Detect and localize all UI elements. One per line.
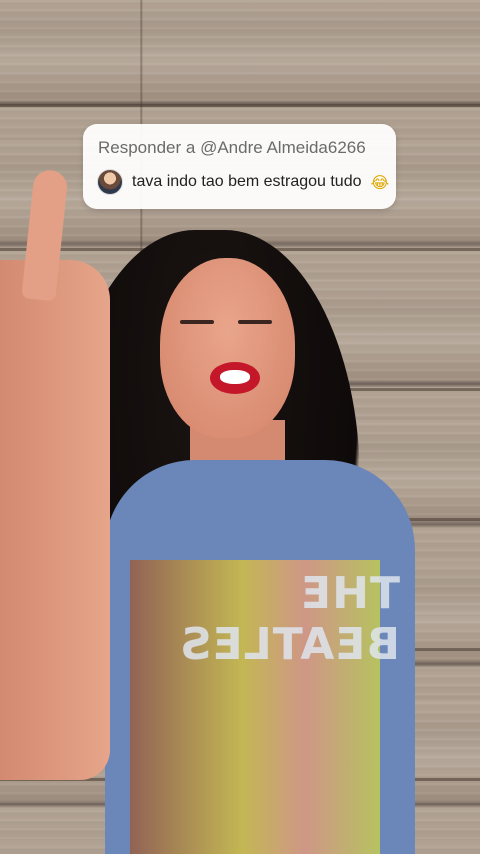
plank-seam (0, 104, 480, 107)
closed-eye-right (238, 320, 272, 324)
laughing-emoji-icon: 😂 (370, 172, 390, 192)
closed-eye-left (180, 320, 214, 324)
person-mouth (220, 370, 250, 384)
reply-comment-text: tava indo tao bem estragou tudo (132, 173, 362, 190)
reply-comment-row: tava indo tao bem estragou tudo 😂 (97, 169, 389, 195)
shirt-print-text: THE BEATLES (178, 568, 400, 670)
video-frame[interactable]: THE BEATLES Responder a @Andre Almeida62… (0, 0, 480, 854)
person-face (160, 258, 295, 438)
person-arm (0, 260, 110, 780)
reply-comment-sticker[interactable]: Responder a @Andre Almeida6266 tava indo… (83, 124, 396, 209)
user-avatar-icon[interactable] (97, 169, 123, 195)
reply-title: Responder a @Andre Almeida6266 (98, 138, 366, 157)
